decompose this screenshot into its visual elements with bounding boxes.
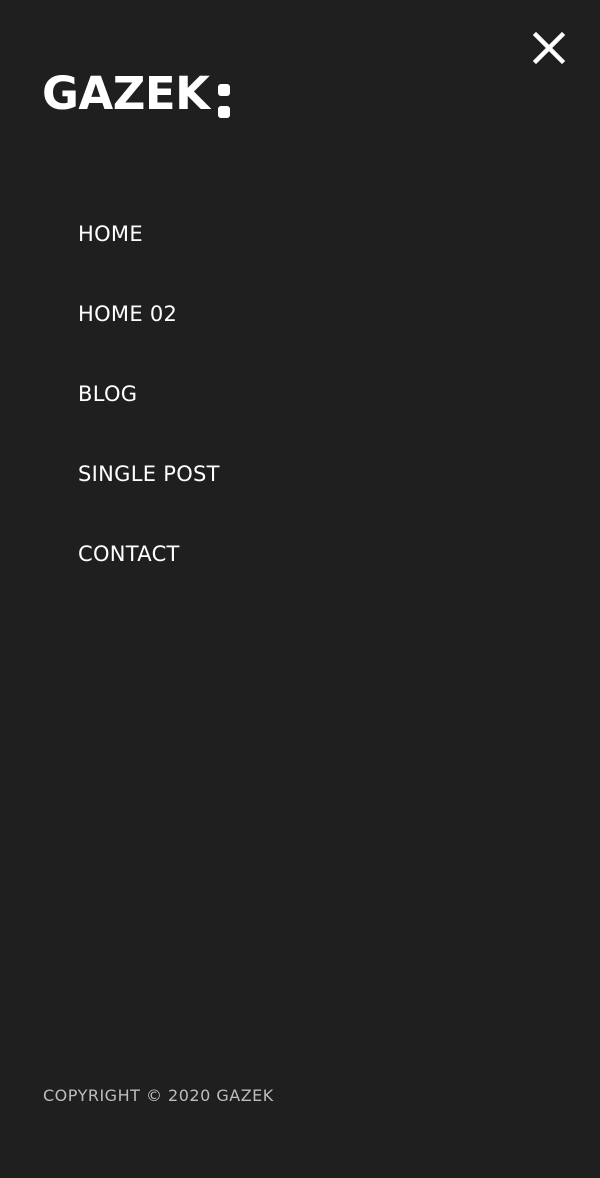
nav-link-blog[interactable]: BLOG <box>78 369 137 419</box>
logo-dot-bottom <box>217 106 230 118</box>
logo-colon-mark <box>217 74 232 118</box>
nav-link-home[interactable]: HOME <box>78 209 143 259</box>
close-menu-button[interactable] <box>528 27 570 69</box>
nav-item-blog: BLOG <box>78 354 220 434</box>
logo-text: GAZEK <box>42 67 210 120</box>
nav-link-contact[interactable]: CONTACT <box>78 529 180 579</box>
logo-dot-top <box>217 84 230 96</box>
nav-item-home: HOME <box>78 194 220 274</box>
nav-item-single-post: SINGLE POST <box>78 434 220 514</box>
close-icon <box>532 31 566 65</box>
nav-link-home-02[interactable]: HOME 02 <box>78 289 177 339</box>
main-navigation: HOME HOME 02 BLOG SINGLE POST CONTACT <box>78 194 220 594</box>
nav-item-contact: CONTACT <box>78 514 220 594</box>
copyright-text: COPYRIGHT © 2020 GAZEK <box>43 1086 274 1105</box>
site-logo[interactable]: GAZEK <box>42 66 232 122</box>
nav-item-home-02: HOME 02 <box>78 274 220 354</box>
mobile-menu-panel: GAZEK HOME HOME 02 BLOG SINGLE POST CONT… <box>0 0 600 1178</box>
nav-link-single-post[interactable]: SINGLE POST <box>78 449 220 499</box>
